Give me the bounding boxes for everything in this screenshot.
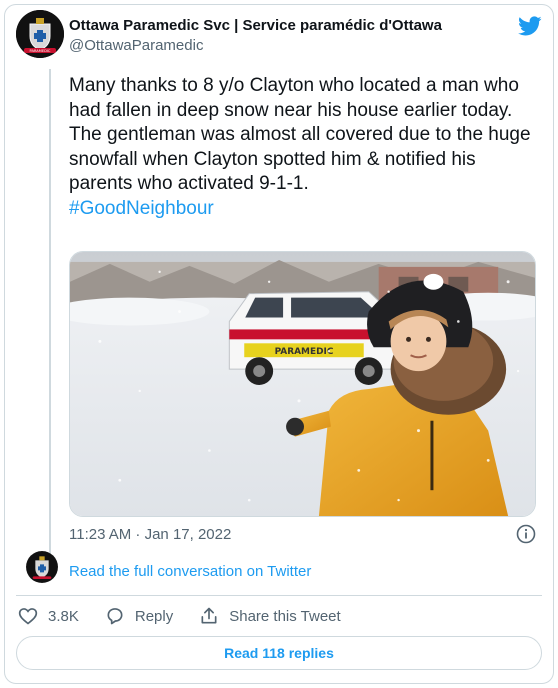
author-block[interactable]: Ottawa Paramedic Svc | Service paramédic… — [69, 16, 442, 56]
tweet-actions: 3.8K Reply Share this Tweet — [18, 606, 367, 626]
author-name[interactable]: Ottawa Paramedic Svc | Service paramédic… — [69, 16, 442, 36]
reply-button[interactable]: Reply — [105, 606, 173, 626]
tweet-timestamp[interactable]: 11:23 AM · Jan 17, 2022 — [69, 526, 231, 543]
paramedic-badge-icon: PARAMEDIC — [16, 10, 64, 58]
read-conversation-link[interactable]: Read the full conversation on Twitter — [69, 563, 311, 580]
reply-label: Reply — [134, 607, 174, 625]
twitter-bird-icon[interactable] — [518, 14, 542, 38]
tweet-text: Many thanks to 8 y/o Clayton who located… — [69, 74, 539, 221]
share-label: Share this Tweet — [229, 607, 341, 625]
reply-bubble-icon — [107, 608, 123, 625]
author-handle[interactable]: @OttawaParamedic — [69, 36, 442, 56]
like-count: 3.8K — [48, 607, 79, 625]
paramedic-badge-icon — [26, 551, 58, 583]
tweet-photo[interactable]: PARAMEDIC — [69, 251, 536, 517]
tweet-paragraph-1: Many thanks to 8 y/o Clayton who located… — [69, 75, 519, 121]
hashtag-link[interactable]: #GoodNeighbour — [69, 198, 214, 219]
vehicle-marking: PARAMEDIC — [275, 347, 334, 357]
heart-icon — [18, 608, 38, 625]
avatar-badge-text: PARAMEDIC — [30, 49, 51, 53]
share-icon — [201, 607, 217, 624]
tweet-paragraph-2: The gentleman was almost all covered due… — [69, 124, 531, 194]
divider — [16, 595, 542, 596]
thread-line — [49, 69, 51, 555]
share-button[interactable]: Share this Tweet — [199, 606, 341, 626]
snow-scene-photo: PARAMEDIC — [70, 252, 535, 516]
read-replies-button[interactable]: Read 118 replies — [16, 636, 542, 670]
info-icon[interactable] — [516, 524, 536, 544]
author-avatar-small[interactable] — [26, 551, 58, 583]
author-avatar[interactable]: PARAMEDIC — [16, 10, 64, 58]
like-button[interactable]: 3.8K — [18, 606, 79, 626]
